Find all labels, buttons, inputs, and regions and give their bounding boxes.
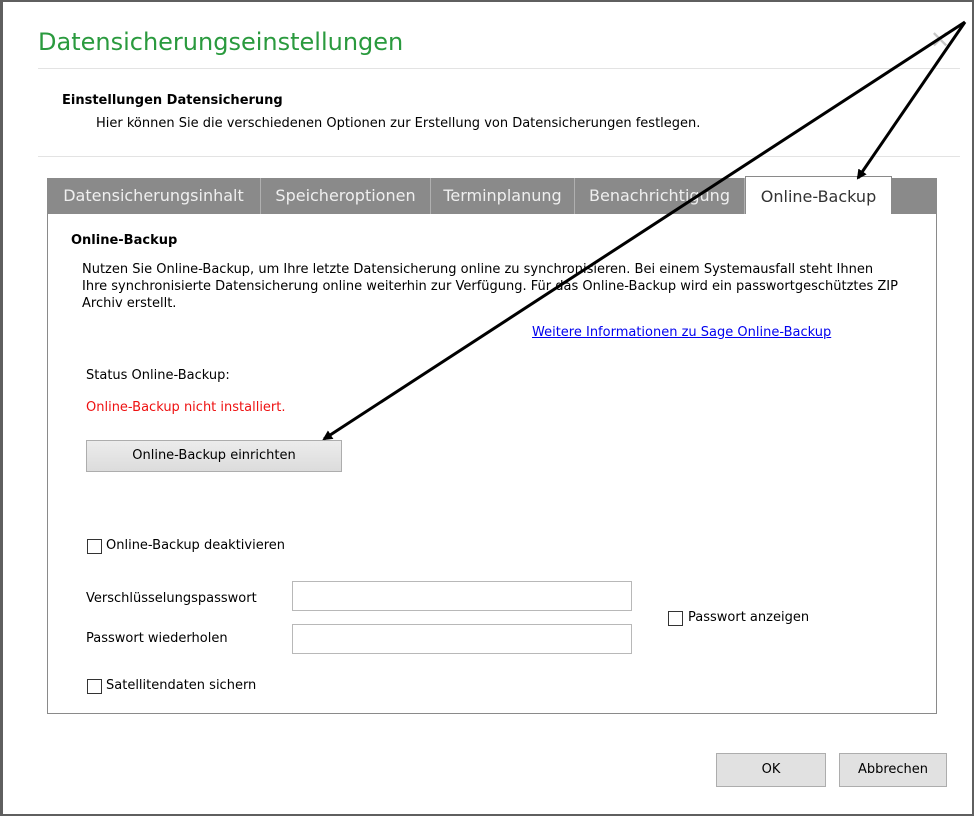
- deactivate-label: Online-Backup deaktivieren: [106, 538, 285, 553]
- password-input[interactable]: [292, 581, 632, 611]
- status-value: Online-Backup nicht installiert.: [86, 400, 286, 415]
- repeat-password-label: Passwort wiederholen: [86, 631, 228, 646]
- tab-benachrichtigung[interactable]: Benachrichtigung: [575, 178, 745, 214]
- tab-online-backup[interactable]: Online-Backup: [745, 176, 892, 216]
- tab-datensicherungsinhalt[interactable]: Datensicherungsinhalt: [47, 178, 261, 214]
- section-title: Einstellungen Datensicherung: [62, 93, 283, 108]
- repeat-password-input[interactable]: [292, 624, 632, 654]
- online-backup-description: Nutzen Sie Online-Backup, um Ihre letzte…: [82, 262, 898, 311]
- show-password-label: Passwort anzeigen: [688, 610, 810, 625]
- info-link[interactable]: Weitere Informationen zu Sage Online-Bac…: [532, 325, 831, 340]
- satellite-label: Satellitendaten sichern: [106, 678, 257, 693]
- tab-terminplanung[interactable]: Terminplanung: [431, 178, 575, 214]
- show-password-checkbox[interactable]: [668, 611, 683, 626]
- close-icon[interactable]: ✕: [930, 26, 950, 54]
- tab-speicheroptionen[interactable]: Speicheroptionen: [261, 178, 431, 214]
- deactivate-checkbox[interactable]: [87, 539, 102, 554]
- satellite-checkbox[interactable]: [87, 679, 102, 694]
- status-label: Status Online-Backup:: [86, 368, 230, 383]
- cancel-button[interactable]: Abbrechen: [839, 753, 947, 787]
- section-description: Hier können Sie die verschiedenen Option…: [96, 116, 701, 131]
- dialog-title: Datensicherungseinstellungen: [38, 28, 404, 56]
- password-label: Verschlüsselungspasswort: [86, 591, 257, 606]
- title-divider: [38, 68, 960, 69]
- setup-online-backup-button[interactable]: Online-Backup einrichten: [86, 440, 342, 472]
- header-divider: [38, 156, 960, 157]
- ok-button[interactable]: OK: [716, 753, 826, 787]
- panel-heading: Online-Backup: [71, 233, 178, 248]
